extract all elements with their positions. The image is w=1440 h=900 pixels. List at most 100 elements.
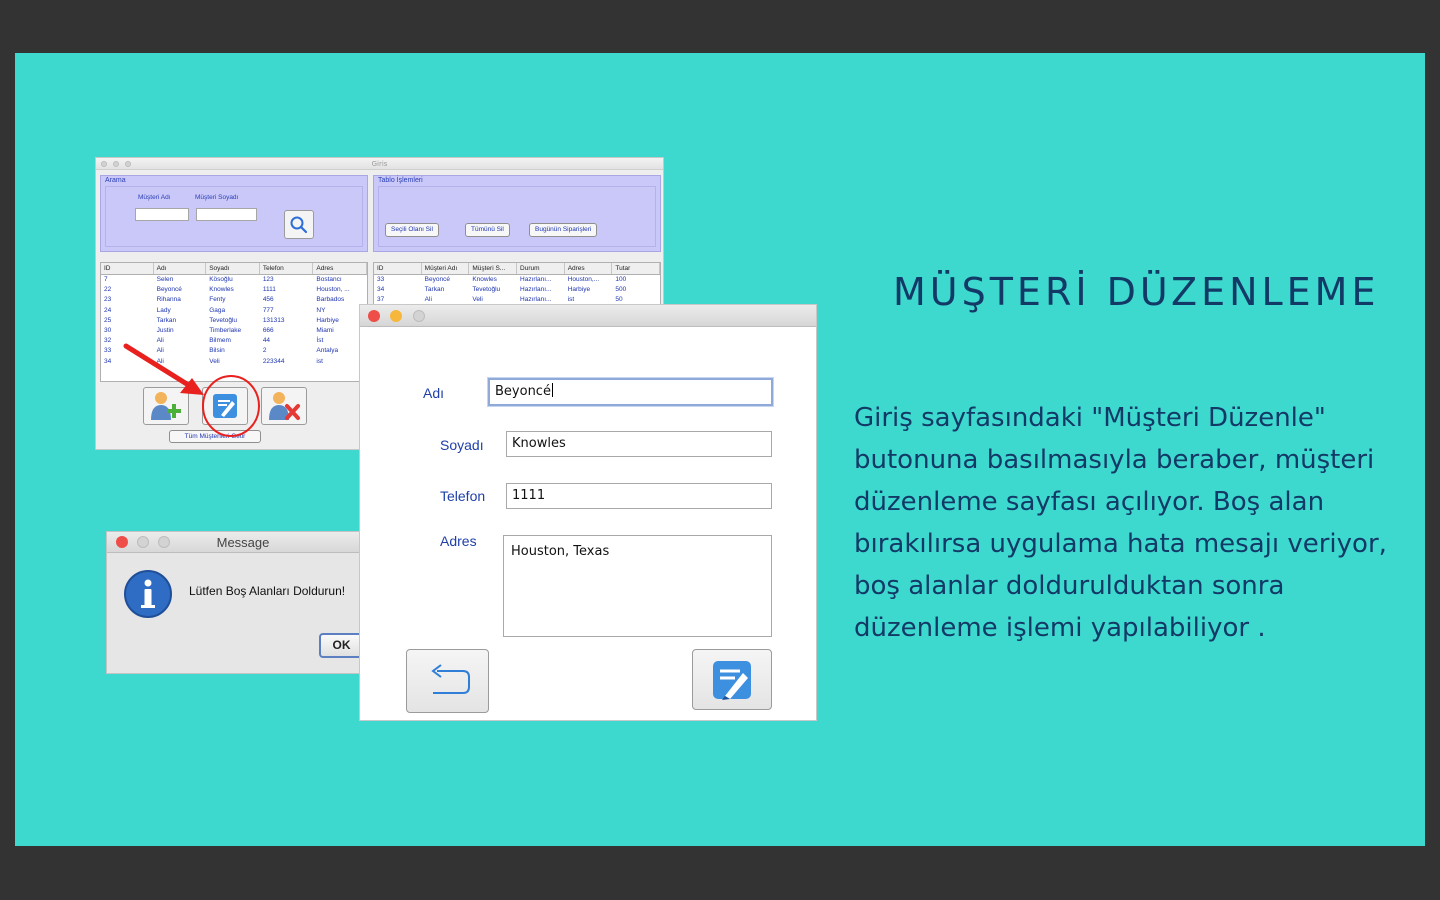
edit-icon <box>713 660 751 700</box>
column-header[interactable]: Tutar <box>612 263 660 274</box>
column-header[interactable]: Telefon <box>260 263 314 274</box>
name-input-value: Beyoncé <box>495 384 551 399</box>
table-cell: 33 <box>377 276 385 283</box>
column-header[interactable]: ID <box>101 263 154 274</box>
table-cell: Selen <box>156 276 174 283</box>
delete-all-button[interactable]: Tümünü Sil <box>465 223 510 237</box>
table-row[interactable]: 30 Justin Timberlake 666 Miami <box>101 326 367 336</box>
surname-input-value: Knowles <box>512 436 566 451</box>
annotation-arrow <box>123 343 193 389</box>
search-icon <box>290 216 308 233</box>
delete-user-icon <box>269 392 300 420</box>
customers-table-header: ID Adı Soyadı Telefon Adres <box>101 263 367 275</box>
table-cell: Timberlake <box>209 326 242 334</box>
message-titlebar: Message <box>107 532 379 553</box>
table-cell: Rihanna <box>156 296 181 304</box>
table-cell: 22 <box>104 286 112 294</box>
table-row[interactable]: 22 Beyoncé Knowles 1111 Houston, ... <box>101 285 367 295</box>
window-close-dot[interactable] <box>368 310 380 322</box>
surname-label: Soyadı <box>440 437 484 453</box>
table-cell: Houston, ... <box>316 286 350 294</box>
table-cell: Knowles <box>472 276 497 283</box>
orders-table-header: ID Müşteri Adı Müşteri S... Durum Adres … <box>374 263 660 275</box>
address-label: Adres <box>440 533 477 549</box>
first-name-input[interactable] <box>135 208 189 221</box>
address-textarea[interactable]: Houston, Texas <box>503 535 772 637</box>
address-value: Houston, Texas <box>511 544 610 559</box>
last-name-label: Müşteri Soyadı <box>195 194 239 201</box>
last-name-input[interactable] <box>196 208 257 221</box>
table-cell: Beyoncé <box>424 276 450 283</box>
surname-input[interactable]: Knowles <box>506 431 772 457</box>
table-cell: 666 <box>262 326 274 334</box>
orders-table-body: 33 Beyoncé Knowles Hazırlanı... Houston,... 1… <box>374 275 660 306</box>
column-header[interactable]: ID <box>374 263 422 274</box>
table-row[interactable]: 7 Selen Kösoğlu 123 Bostancı <box>101 275 367 285</box>
phone-input[interactable]: 1111 <box>506 483 772 509</box>
window-zoom-dot <box>413 310 425 322</box>
table-cell: 7 <box>104 276 108 283</box>
table-row[interactable]: 33 Beyoncé Knowles Hazırlanı... Houston,... 1… <box>374 275 660 285</box>
back-arrow-icon <box>430 664 470 694</box>
table-cell: Lady <box>156 306 171 314</box>
search-button[interactable] <box>284 210 314 239</box>
phone-input-value: 1111 <box>512 488 546 503</box>
table-cell: 100 <box>615 276 627 283</box>
table-row[interactable]: 23 Rihanna Fenty 456 Barbados <box>101 295 367 305</box>
window-minimize-dot[interactable] <box>390 310 402 322</box>
column-header[interactable]: Soyadı <box>206 263 260 274</box>
name-input[interactable]: Beyoncé <box>488 378 773 406</box>
table-cell: Tevetoğlu <box>472 286 501 294</box>
save-edit-button[interactable] <box>692 649 772 710</box>
table-cell: 777 <box>262 306 274 314</box>
column-header[interactable]: Adres <box>565 263 613 274</box>
table-cell: 25 <box>104 316 112 324</box>
phone-label: Telefon <box>440 488 486 504</box>
todays-orders-button[interactable]: Bugünün Siparişleri <box>529 223 598 237</box>
text-cursor <box>551 383 553 397</box>
slide-heading: MÜŞTERİ DÜZENLEME <box>893 270 1380 314</box>
table-cell: Bostancı <box>316 276 342 283</box>
column-header[interactable]: Adı <box>154 263 207 274</box>
orders-table[interactable]: ID Müşteri Adı Müşteri S... Durum Adres … <box>373 262 661 308</box>
column-header[interactable]: Durum <box>517 263 565 274</box>
table-cell: Fenty <box>209 296 226 304</box>
table-cell: 24 <box>104 306 112 314</box>
table-row[interactable]: 25 Tarkan Tevetoğlu 131313 Harbiye <box>101 316 367 326</box>
message-dialog: Message Lütfen Boş Alanları Doldurun! OK <box>106 531 380 674</box>
search-panel: Arama Müşteri Adı Müşteri Soyadı <box>100 175 368 252</box>
table-cell: 131313 <box>262 316 285 324</box>
edit-customer-window: Adı Beyoncé Soyadı Knowles Telefon 1111 … <box>359 304 817 721</box>
back-button[interactable] <box>406 649 489 713</box>
table-cell: 456 <box>262 296 274 304</box>
table-ops-title: Tablo İşlemleri <box>378 177 423 184</box>
table-cell: 123 <box>262 276 274 283</box>
info-icon <box>124 570 172 618</box>
ok-button[interactable]: OK <box>319 633 364 658</box>
table-row[interactable]: 34 Tarkan Tevetoğlu Hazırlanı... Harbiye 500 <box>374 285 660 295</box>
table-cell: Hazırlanı... <box>520 286 552 294</box>
delete-selected-button[interactable]: Seçili Olanı Sil <box>385 223 439 237</box>
table-cell: Beyoncé <box>156 286 182 294</box>
table-cell: Kösoğlu <box>209 276 233 283</box>
slide-body-text: Giriş sayfasındaki "Müşteri Düzenle" but… <box>854 403 1387 643</box>
table-cell: Tarkan <box>424 286 445 294</box>
annotation-overlay <box>123 343 260 437</box>
dialog-title: Message <box>216 535 270 550</box>
table-cell: Tevetoğlu <box>209 316 238 324</box>
window-title: Giris <box>371 160 388 168</box>
annotation-circle <box>202 375 260 437</box>
name-label: Adı <box>423 385 445 401</box>
dialog-message: Lütfen Boş Alanları Doldurun! <box>189 584 346 598</box>
column-header[interactable]: Müşteri Adı <box>422 263 470 274</box>
column-header[interactable]: Müşteri S... <box>469 263 518 274</box>
table-ops-inner <box>378 186 656 247</box>
table-cell: 500 <box>615 286 627 294</box>
table-ops-panel: Tablo İşlemleri Seçili Olanı Sil Tümünü … <box>373 175 661 252</box>
table-cell: Gaga <box>209 306 226 314</box>
table-cell: 34 <box>377 286 385 294</box>
table-cell: 1111 <box>262 286 276 294</box>
table-cell: Houston,... <box>567 276 600 283</box>
column-header[interactable]: Adres <box>313 263 367 274</box>
table-row[interactable]: 24 Lady Gaga 777 NY <box>101 306 367 316</box>
